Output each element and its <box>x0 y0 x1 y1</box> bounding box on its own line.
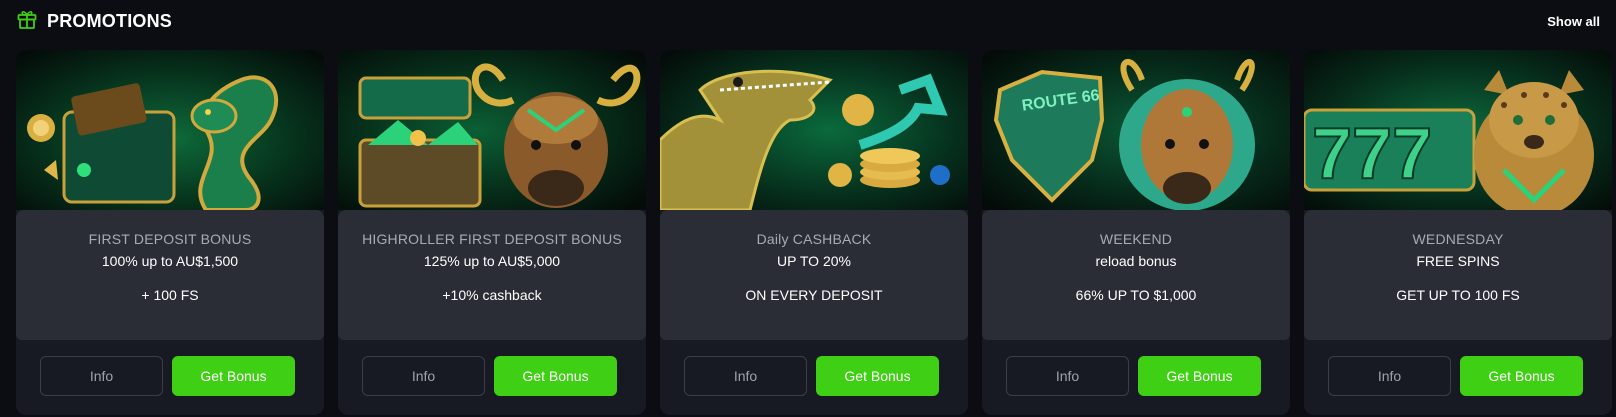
info-button[interactable]: Info <box>362 356 485 396</box>
get-bonus-button[interactable]: Get Bonus <box>494 356 617 396</box>
promo-extra: +10% cashback <box>442 287 542 303</box>
promo-info-panel: Daily CASHBACK UP TO 20% ON EVERY DEPOSI… <box>660 210 968 340</box>
promo-subtitle: reload bonus <box>1095 253 1177 269</box>
snake-wallet-artwork <box>16 50 324 210</box>
promo-card-weekend: ROUTE 66 WEEKEND reload bonus 66% UP TO … <box>982 50 1290 415</box>
promo-subtitle: FREE SPINS <box>1416 253 1500 269</box>
promotions-list: FIRST DEPOSIT BONUS 100% up to AU$1,500 … <box>16 50 1612 415</box>
promo-title: WEDNESDAY <box>1412 231 1504 247</box>
promo-card-wednesday: 777 WEDNESDAY FREE SPINS GET UP TO 100 F… <box>1304 50 1612 415</box>
show-all-link[interactable]: Show all <box>1547 14 1600 29</box>
get-bonus-button[interactable]: Get Bonus <box>172 356 295 396</box>
promo-actions: Info Get Bonus <box>1328 356 1583 396</box>
promo-extra: + 100 FS <box>141 287 199 303</box>
promo-title: FIRST DEPOSIT BONUS <box>88 231 252 247</box>
slot-reel-text: 777 <box>1312 114 1432 194</box>
leopard-777-artwork: 777 <box>1304 50 1612 210</box>
get-bonus-button[interactable]: Get Bonus <box>1460 356 1583 396</box>
promo-actions: Info Get Bonus <box>684 356 939 396</box>
promo-card-highroller: HIGHROLLER FIRST DEPOSIT BONUS 125% up t… <box>338 50 646 415</box>
promo-actions: Info Get Bonus <box>40 356 295 396</box>
promo-info-panel: FIRST DEPOSIT BONUS 100% up to AU$1,500 … <box>16 210 324 340</box>
promo-actions: Info Get Bonus <box>362 356 617 396</box>
promo-subtitle: UP TO 20% <box>777 253 851 269</box>
promotions-header: PROMOTIONS Show all <box>16 8 1600 34</box>
promo-title: WEEKEND <box>1099 231 1173 247</box>
info-button[interactable]: Info <box>684 356 807 396</box>
title-wrap: PROMOTIONS <box>16 8 172 35</box>
promo-info-panel: WEDNESDAY FREE SPINS GET UP TO 100 FS <box>1304 210 1612 340</box>
promo-card-daily-cashback: Daily CASHBACK UP TO 20% ON EVERY DEPOSI… <box>660 50 968 415</box>
info-button[interactable]: Info <box>40 356 163 396</box>
get-bonus-button[interactable]: Get Bonus <box>816 356 939 396</box>
info-button[interactable]: Info <box>1328 356 1451 396</box>
info-button[interactable]: Info <box>1006 356 1129 396</box>
gift-icon <box>16 8 38 35</box>
promo-info-panel: HIGHROLLER FIRST DEPOSIT BONUS 125% up t… <box>338 210 646 340</box>
section-title: PROMOTIONS <box>47 10 173 31</box>
promo-extra: ON EVERY DEPOSIT <box>745 287 883 303</box>
promo-title: Daily CASHBACK <box>756 231 872 247</box>
promo-subtitle: 125% up to AU$5,000 <box>423 253 561 269</box>
promo-extra: 66% UP TO $1,000 <box>1075 287 1197 303</box>
promo-extra: GET UP TO 100 FS <box>1396 287 1520 303</box>
promo-info-panel: WEEKEND reload bonus 66% UP TO $1,000 <box>982 210 1290 340</box>
promo-subtitle: 100% up to AU$1,500 <box>101 253 239 269</box>
get-bonus-button[interactable]: Get Bonus <box>1138 356 1261 396</box>
promo-actions: Info Get Bonus <box>1006 356 1261 396</box>
promo-title: HIGHROLLER FIRST DEPOSIT BONUS <box>362 231 622 247</box>
bison-route-66-artwork: ROUTE 66 <box>982 50 1290 210</box>
crocodile-coins-artwork <box>660 50 968 210</box>
promo-card-first-deposit: FIRST DEPOSIT BONUS 100% up to AU$1,500 … <box>16 50 324 415</box>
bull-treasure-chest-artwork <box>338 50 646 210</box>
